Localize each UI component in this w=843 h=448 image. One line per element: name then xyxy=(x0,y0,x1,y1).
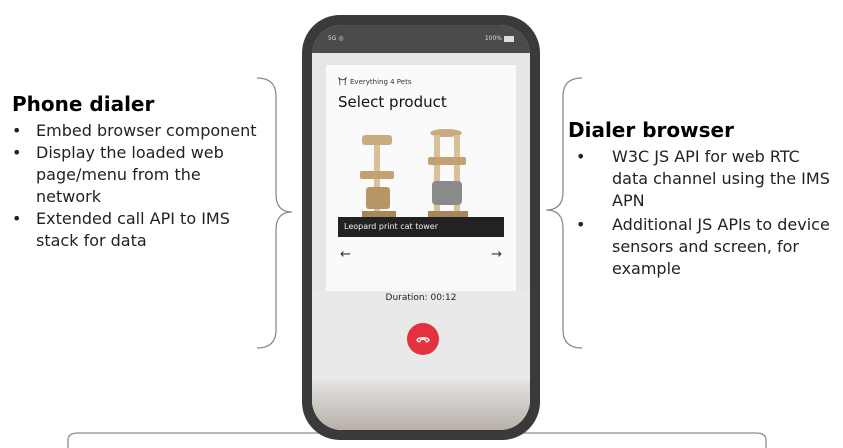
list-item-text: Embed browser component xyxy=(36,121,257,140)
hangup-button[interactable] xyxy=(407,323,439,355)
list-item-text: Display the loaded web page/menu from th… xyxy=(36,143,224,206)
page-heading: Select product xyxy=(338,93,447,111)
list-item-text: Extended call API to IMS stack for data xyxy=(36,209,230,250)
cat-icon xyxy=(338,77,347,86)
call-duration: Duration: 00:12 xyxy=(385,293,457,303)
status-bar: 5G ◎ 100% xyxy=(312,25,530,53)
dialer-browser-panel: Dialer browser • W3C JS API for web RTC d… xyxy=(568,118,840,282)
bullet-icon: • xyxy=(576,147,586,166)
product-caption: Leopard print cat tower xyxy=(338,217,504,237)
list-item: • Embed browser component xyxy=(12,120,270,142)
dialer-browser-title: Dialer browser xyxy=(568,118,734,142)
list-item-text: W3C JS API for web RTC data channel usin… xyxy=(612,147,830,210)
phone-dialer-panel: Phone dialer • Embed browser component • D… xyxy=(12,92,270,252)
list-item: • Display the loaded web page/menu from t… xyxy=(12,142,270,208)
list-item-text: Additional JS APIs to device sensors and… xyxy=(612,215,830,278)
phone-hangup-icon xyxy=(416,337,430,343)
phone-device: 5G ◎ 100% Everything 4 Pets Select produ… xyxy=(302,15,540,440)
web-page-card[interactable]: Everything 4 Pets Select product Leopard… xyxy=(326,65,516,291)
bullet-icon: • xyxy=(12,209,22,228)
phone-dialer-title: Phone dialer xyxy=(12,92,155,116)
bullet-icon: • xyxy=(12,143,22,162)
battery-icon xyxy=(504,35,514,42)
bullet-icon: • xyxy=(12,121,22,140)
signal-indicator: 5G ◎ xyxy=(328,35,344,42)
brand-name: Everything 4 Pets xyxy=(350,77,412,86)
phone-screen: 5G ◎ 100% Everything 4 Pets Select produ… xyxy=(312,25,530,430)
dialer-browser-list: • W3C JS API for web RTC data channel usi… xyxy=(568,146,840,280)
arrow-left-icon[interactable]: ← xyxy=(340,247,351,262)
battery-label: 100% xyxy=(484,35,502,42)
bullet-icon: • xyxy=(576,215,586,234)
phone-dialer-list: • Embed browser component • Display the lo… xyxy=(12,120,270,252)
list-item: • Additional JS APIs to device sensors an… xyxy=(568,214,840,280)
list-item: • W3C JS API for web RTC data channel usi… xyxy=(568,146,840,212)
battery-indicator: 100% xyxy=(485,25,514,53)
arrow-right-icon[interactable]: → xyxy=(491,247,502,262)
screen-bottom-background xyxy=(312,380,530,430)
list-item: • Extended call API to IMS stack for data xyxy=(12,208,270,252)
brand-header: Everything 4 Pets xyxy=(338,77,411,86)
